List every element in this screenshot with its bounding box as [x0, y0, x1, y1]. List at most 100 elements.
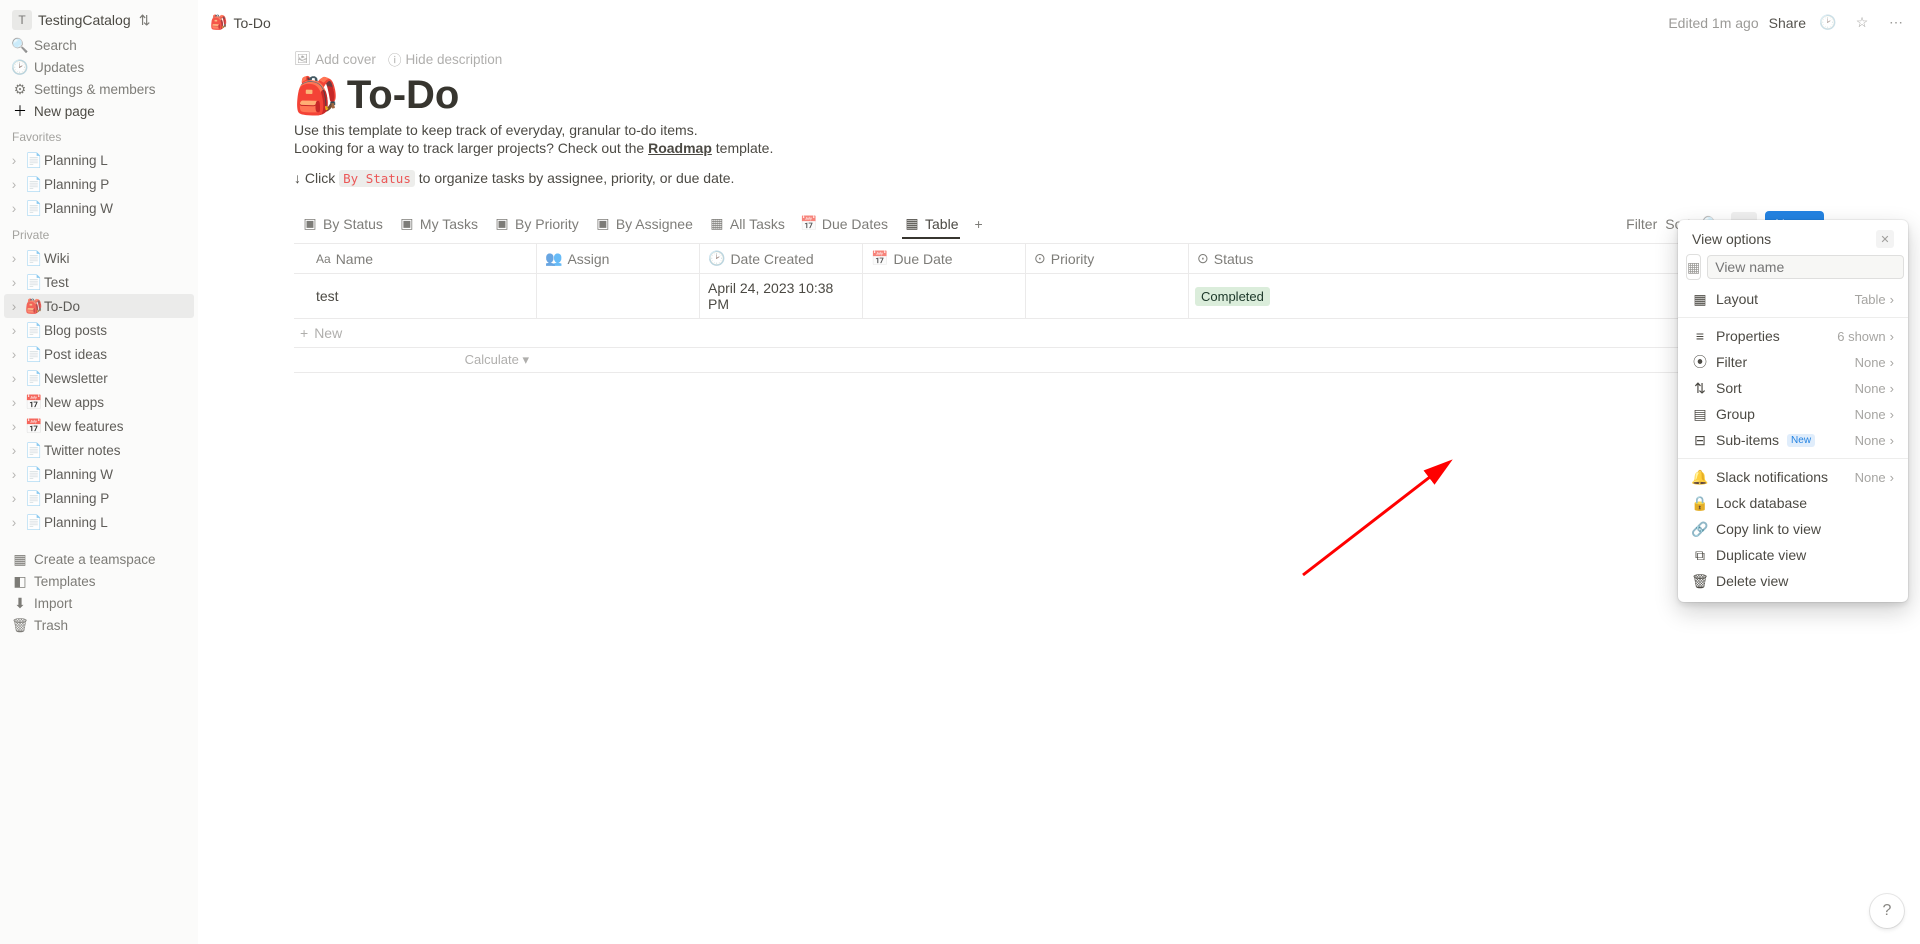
col-priority[interactable]: ⊙Priority [1026, 244, 1189, 273]
updates-button[interactable]: 🕑Updates [4, 56, 194, 78]
table-icon[interactable]: ▦ [1686, 254, 1701, 280]
more-icon[interactable]: ⋯ [1884, 11, 1908, 35]
chevron-right-icon: › [4, 272, 24, 292]
trash-button[interactable]: 🗑Trash [4, 614, 194, 636]
page-icon: 📄 [24, 174, 44, 194]
layout-icon: ▦ [1692, 291, 1708, 307]
sidebar-item[interactable]: ›🎒To-Do [4, 294, 194, 318]
sidebar-item[interactable]: ›📄Wiki [4, 246, 194, 270]
templates-button[interactable]: ◧Templates [4, 570, 194, 592]
settings-button[interactable]: ⚙Settings & members [4, 78, 194, 100]
sidebar-item[interactable]: ›📅New features [4, 414, 194, 438]
page-icon: 📄 [24, 272, 44, 292]
sidebar-item[interactable]: ›📄Blog posts [4, 318, 194, 342]
calendar-icon: 📅 [871, 250, 888, 267]
sidebar-item[interactable]: ›📄Planning P [4, 486, 194, 510]
group-row[interactable]: ▤GroupNone› [1686, 401, 1900, 427]
sidebar-item[interactable]: ›📄Planning W [4, 462, 194, 486]
view-tab[interactable]: ▣By Assignee [587, 210, 701, 238]
new-row-button[interactable]: +New [294, 319, 1824, 347]
sidebar-item[interactable]: ›📄Planning W [4, 196, 194, 220]
page-icon: 📄 [24, 464, 44, 484]
view-tab[interactable]: ▣My Tasks [391, 210, 486, 238]
new-page-button[interactable]: ＋New page [4, 100, 194, 122]
share-button[interactable]: Share [1769, 15, 1806, 31]
help-button[interactable]: ? [1870, 894, 1904, 928]
col-date-created[interactable]: 🕑Date Created [700, 244, 863, 273]
breadcrumb[interactable]: 🎒 To-Do [210, 14, 271, 31]
roadmap-link[interactable]: Roadmap [648, 140, 712, 156]
clock-icon[interactable]: 🕑 [1816, 11, 1840, 35]
properties-row[interactable]: ≡Properties6 shown› [1686, 323, 1900, 349]
col-name[interactable]: AaName [294, 244, 537, 273]
view-tab[interactable]: ▣By Priority [486, 210, 587, 238]
chevron-right-icon: › [4, 512, 24, 532]
cell-created[interactable]: April 24, 2023 10:38 PM [700, 274, 863, 318]
chevron-right-icon: › [1890, 433, 1894, 448]
subitems-row[interactable]: ⊟Sub-itemsNewNone› [1686, 427, 1900, 453]
star-icon[interactable]: ☆ [1850, 11, 1874, 35]
view-icon: 📅 [801, 216, 817, 232]
question-icon: ? [1883, 902, 1892, 920]
sidebar-item[interactable]: ›📄Planning P [4, 172, 194, 196]
lock-row[interactable]: 🔒Lock database [1686, 490, 1900, 516]
import-button[interactable]: ⬇Import [4, 592, 194, 614]
sidebar-item[interactable]: ›📄Newsletter [4, 366, 194, 390]
cell-priority[interactable] [1026, 274, 1189, 318]
view-tab[interactable]: 📅Due Dates [793, 210, 896, 238]
search-icon: 🔍 [12, 37, 28, 53]
cell-due[interactable] [863, 274, 1026, 318]
copy-link-row[interactable]: 🔗Copy link to view [1686, 516, 1900, 542]
cell-name[interactable]: test [294, 274, 537, 318]
sort-row[interactable]: ⇅SortNone› [1686, 375, 1900, 401]
workspace-name: TestingCatalog [38, 12, 131, 28]
page-title[interactable]: To-Do [347, 73, 460, 118]
hide-description-button[interactable]: ⓘHide description [388, 49, 502, 69]
view-tab[interactable]: ▣By Status [294, 210, 391, 238]
main-area: 🎒 To-Do Edited 1m ago Share 🕑 ☆ ⋯ 🖼Add c… [198, 0, 1920, 944]
view-tab[interactable]: ▦Table [896, 210, 966, 238]
cell-status[interactable]: Completed [1189, 274, 1276, 318]
view-tab[interactable]: ▦All Tasks [701, 210, 793, 238]
page-icon: 📄 [24, 320, 44, 340]
add-cover-button[interactable]: 🖼Add cover [294, 49, 376, 69]
person-icon: 👥 [545, 250, 562, 267]
cell-assign[interactable] [537, 274, 700, 318]
col-assign[interactable]: 👥Assign [537, 244, 700, 273]
sidebar-item[interactable]: ›📅New apps [4, 390, 194, 414]
sidebar-item-label: Blog posts [44, 323, 107, 338]
col-due-date[interactable]: 📅Due Date [863, 244, 1026, 273]
sidebar-item[interactable]: ›📄Twitter notes [4, 438, 194, 462]
sidebar-item[interactable]: ›📄Planning L [4, 148, 194, 172]
chevron-right-icon: › [1890, 355, 1894, 370]
view-icon: ▣ [399, 216, 415, 232]
page-icon: 📄 [24, 512, 44, 532]
search-button[interactable]: 🔍Search [4, 34, 194, 56]
chevron-right-icon: › [4, 174, 24, 194]
delete-row[interactable]: 🗑Delete view [1686, 568, 1900, 594]
sidebar-item[interactable]: ›📄Planning L [4, 510, 194, 534]
workspace-switcher[interactable]: T TestingCatalog ⇅ [4, 8, 194, 32]
edited-label: Edited 1m ago [1668, 15, 1758, 31]
slack-row[interactable]: 🔔Slack notificationsNone› [1686, 464, 1900, 490]
chevron-right-icon: › [4, 416, 24, 436]
chevron-right-icon: › [4, 150, 24, 170]
sidebar-item[interactable]: ›📄Test [4, 270, 194, 294]
close-button[interactable]: ✕ [1876, 230, 1894, 248]
group-icon: ▤ [1692, 406, 1708, 422]
create-teamspace-button[interactable]: ▦Create a teamspace [4, 548, 194, 570]
status-icon: ⊙ [1197, 250, 1209, 267]
view-name-input[interactable] [1707, 255, 1904, 279]
duplicate-row[interactable]: ⧉Duplicate view [1686, 542, 1900, 568]
calculate-button[interactable]: Calculate ▾ [294, 348, 537, 372]
page-icon: 📅 [24, 416, 44, 436]
sidebar-item[interactable]: ›📄Post ideas [4, 342, 194, 366]
col-status[interactable]: ⊙Status [1189, 244, 1266, 273]
add-view-button[interactable]: + [966, 210, 990, 238]
page-emoji[interactable]: 🎒 [294, 75, 339, 117]
tab-label: By Status [323, 216, 383, 232]
filter-row[interactable]: ⦿FilterNone› [1686, 349, 1900, 375]
filter-button[interactable]: Filter [1626, 216, 1657, 232]
table-row[interactable]: test April 24, 2023 10:38 PM Completed [294, 274, 1824, 319]
layout-row[interactable]: ▦LayoutTable› [1686, 286, 1900, 312]
